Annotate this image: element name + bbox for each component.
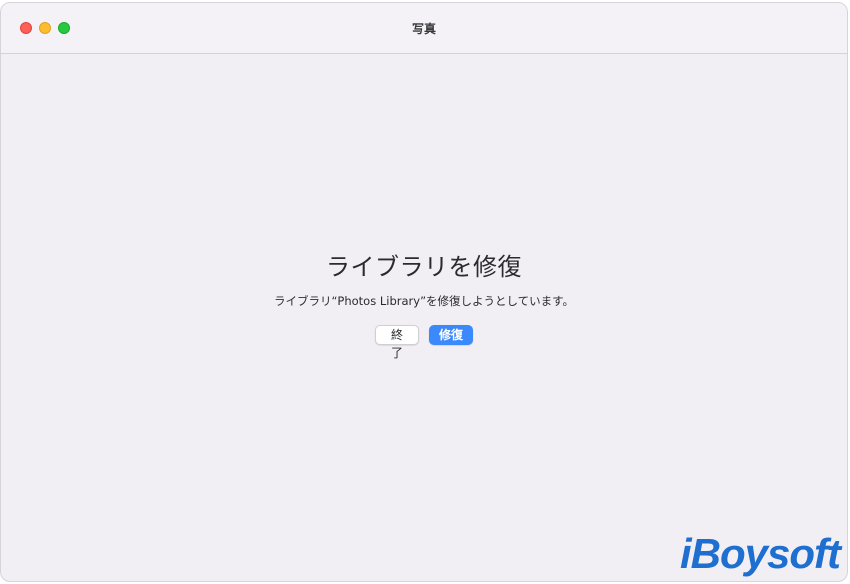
- dialog-message: ライブラリ“Photos Library”を修復しようとしています。: [273, 294, 575, 308]
- iboysoft-watermark: iBoysoft: [680, 530, 841, 577]
- title-bar[interactable]: 写真: [1, 3, 847, 54]
- repair-library-panel: ライブラリを修復 ライブラリ“Photos Library”を修復しようとしてい…: [1, 54, 847, 581]
- window-title: 写真: [411, 22, 436, 36]
- photos-window: 写真 ライブラリを修復 ライブラリ“Photos Library”を修復しようと…: [0, 2, 848, 582]
- dialog-title: ライブラリを修復: [326, 253, 522, 281]
- dialog-buttons: 終了 修復: [1, 325, 847, 360]
- quit-button[interactable]: 終了: [375, 325, 419, 360]
- repair-button[interactable]: 修復: [429, 325, 473, 345]
